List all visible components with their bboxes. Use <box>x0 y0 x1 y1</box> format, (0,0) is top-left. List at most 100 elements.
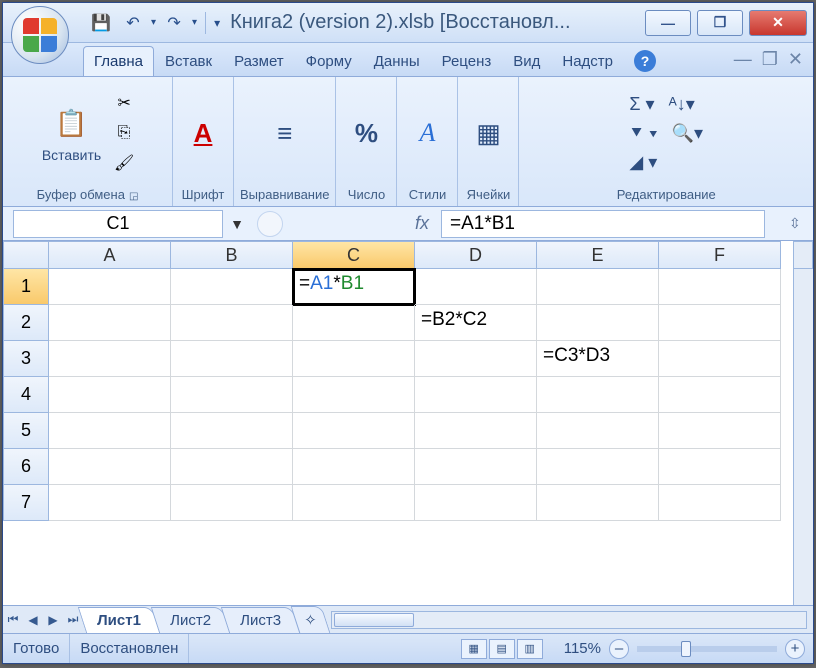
redo-dropdown-icon[interactable]: ▾ <box>192 17 197 28</box>
zoom-slider[interactable] <box>637 646 777 652</box>
styles-button[interactable]: A <box>403 109 451 157</box>
cell-C6[interactable] <box>293 449 415 485</box>
sort-button[interactable]: ᴬ↓▾ <box>669 94 695 115</box>
cell-F4[interactable] <box>659 377 781 413</box>
view-normal-button[interactable]: ▦ <box>461 639 487 659</box>
paste-button[interactable]: 📋 Вставить <box>38 99 105 167</box>
doc-close-button[interactable]: ✕ <box>788 49 803 70</box>
sheet-tab-Лист3[interactable]: Лист3 <box>220 607 299 633</box>
sheet-nav-prev-icon[interactable]: ◀ <box>23 613 43 627</box>
cell-C2[interactable] <box>293 305 415 341</box>
select-all-corner[interactable] <box>3 241 49 269</box>
cell-B4[interactable] <box>171 377 293 413</box>
alignment-button[interactable]: ≡ <box>261 109 309 157</box>
ribbon-tab-надстр[interactable]: Надстр <box>551 46 624 76</box>
column-header-C[interactable]: C <box>293 241 415 269</box>
fill-button[interactable]: ⯆ ▾ <box>629 123 657 144</box>
cell-B7[interactable] <box>171 485 293 521</box>
zoom-in-button[interactable]: + <box>785 639 805 659</box>
cell-B2[interactable] <box>171 305 293 341</box>
cells-button[interactable]: ▦ <box>464 109 512 157</box>
copy-button[interactable]: ⎘ <box>111 121 137 145</box>
number-button[interactable]: % <box>342 109 390 157</box>
cell-B3[interactable] <box>171 341 293 377</box>
cell-C5[interactable] <box>293 413 415 449</box>
cell-C3[interactable] <box>293 341 415 377</box>
help-button[interactable]: ? <box>634 50 656 72</box>
cell-C7[interactable] <box>293 485 415 521</box>
zoom-out-button[interactable]: – <box>609 639 629 659</box>
cell-A5[interactable] <box>49 413 171 449</box>
row-header-5[interactable]: 5 <box>3 413 49 449</box>
cell-E4[interactable] <box>537 377 659 413</box>
cell-A7[interactable] <box>49 485 171 521</box>
sheet-tab-Лист1[interactable]: Лист1 <box>78 607 160 633</box>
cell-E1[interactable] <box>537 269 659 305</box>
column-header-A[interactable]: A <box>49 241 171 269</box>
zoom-level[interactable]: 115% <box>556 640 609 657</box>
office-button[interactable] <box>11 6 69 64</box>
close-button[interactable]: ✕ <box>749 10 807 36</box>
row-header-6[interactable]: 6 <box>3 449 49 485</box>
sheet-nav-next-icon[interactable]: ▶ <box>43 613 63 627</box>
qat-customize-icon[interactable]: ▾ <box>214 16 220 30</box>
cell-F6[interactable] <box>659 449 781 485</box>
cell-F2[interactable] <box>659 305 781 341</box>
cell-D7[interactable] <box>415 485 537 521</box>
cell-D2[interactable]: =B2*C2 <box>415 305 537 341</box>
ribbon-tab-размет[interactable]: Размет <box>223 46 295 76</box>
clipboard-dialog-launcher-icon[interactable]: ◲ <box>129 191 138 202</box>
row-header-2[interactable]: 2 <box>3 305 49 341</box>
cell-D3[interactable] <box>415 341 537 377</box>
ribbon-tab-форму[interactable]: Форму <box>295 46 363 76</box>
cut-button[interactable]: ✂ <box>111 91 137 115</box>
cell-C4[interactable] <box>293 377 415 413</box>
vertical-scrollbar[interactable] <box>793 269 813 605</box>
sheet-nav-first-icon[interactable]: ⏮ <box>3 612 23 627</box>
cell-F3[interactable] <box>659 341 781 377</box>
cell-D6[interactable] <box>415 449 537 485</box>
row-header-7[interactable]: 7 <box>3 485 49 521</box>
cell-E2[interactable] <box>537 305 659 341</box>
cell-B1[interactable] <box>171 269 293 305</box>
view-pagebreak-button[interactable]: ▥ <box>517 639 543 659</box>
cell-D1[interactable] <box>415 269 537 305</box>
zoom-slider-thumb[interactable] <box>681 641 691 657</box>
cell-E5[interactable] <box>537 413 659 449</box>
cell-B5[interactable] <box>171 413 293 449</box>
cell-A2[interactable] <box>49 305 171 341</box>
cell-A3[interactable] <box>49 341 171 377</box>
formula-bar-input[interactable]: =A1*B1 <box>441 210 765 238</box>
undo-dropdown-icon[interactable]: ▾ <box>151 17 156 28</box>
name-box[interactable]: C1 ▼ <box>13 210 223 238</box>
column-header-D[interactable]: D <box>415 241 537 269</box>
cell-A6[interactable] <box>49 449 171 485</box>
cell-A4[interactable] <box>49 377 171 413</box>
cell-F1[interactable] <box>659 269 781 305</box>
font-button[interactable]: A <box>179 109 227 157</box>
ribbon-tab-главна[interactable]: Главна <box>83 46 154 76</box>
cell-A1[interactable] <box>49 269 171 305</box>
clear-button[interactable]: ◢ ▾ <box>629 152 657 173</box>
minimize-button[interactable]: — <box>645 10 691 36</box>
ribbon-tab-реценз[interactable]: Реценз <box>431 46 503 76</box>
save-button[interactable]: 💾 <box>87 9 115 37</box>
view-layout-button[interactable]: ▤ <box>489 639 515 659</box>
cell-F5[interactable] <box>659 413 781 449</box>
ribbon-tab-данны[interactable]: Данны <box>363 46 431 76</box>
doc-restore-button[interactable]: ❐ <box>762 49 778 70</box>
row-header-4[interactable]: 4 <box>3 377 49 413</box>
undo-button[interactable]: ↶ <box>119 9 147 37</box>
name-box-dropdown-icon[interactable]: ▼ <box>230 216 244 232</box>
horizontal-scrollbar[interactable] <box>331 611 807 629</box>
column-header-F[interactable]: F <box>659 241 781 269</box>
find-button[interactable]: 🔍▾ <box>672 123 703 144</box>
cell-B6[interactable] <box>171 449 293 485</box>
doc-minimize-button[interactable]: — <box>734 49 752 70</box>
cell-D5[interactable] <box>415 413 537 449</box>
cell-F7[interactable] <box>659 485 781 521</box>
fx-button[interactable]: fx <box>403 213 441 234</box>
formula-bar-expand-icon[interactable]: ⇳ <box>789 215 807 232</box>
hscroll-thumb[interactable] <box>334 613 414 627</box>
column-header-B[interactable]: B <box>171 241 293 269</box>
